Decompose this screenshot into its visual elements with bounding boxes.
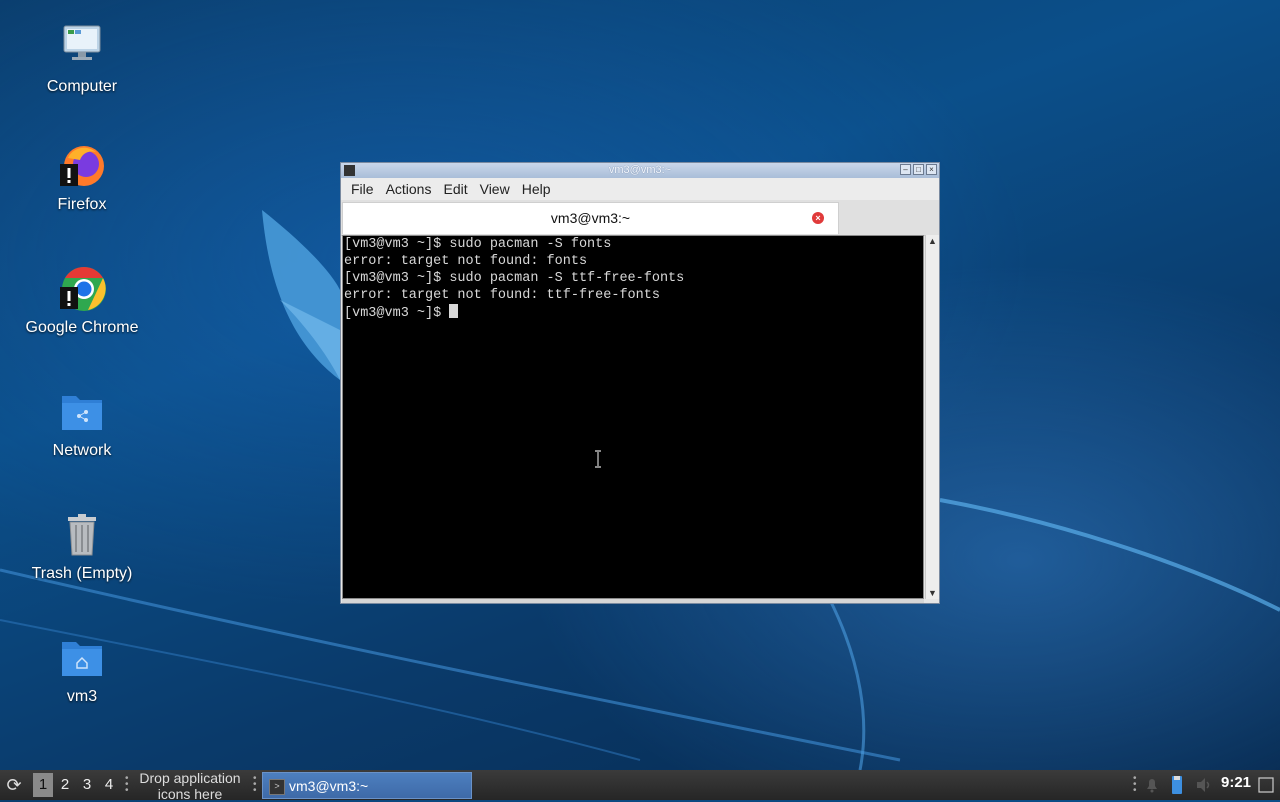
firefox-icon [58, 142, 106, 190]
launcher-drop-hint: Drop application icons here [139, 770, 241, 802]
ibeam-cursor-icon [595, 450, 601, 468]
tab-label: vm3@vm3:~ [550, 210, 631, 226]
desktop-icon-trash[interactable]: Trash (Empty) [7, 511, 157, 583]
taskbar-window-button[interactable]: > vm3@vm3:~ [262, 772, 472, 799]
terminal-line: error: target not found: fonts [344, 254, 588, 269]
scroll-down-icon[interactable]: ▼ [926, 587, 939, 599]
taskbar-window-label: vm3@vm3:~ [289, 778, 369, 794]
close-window-button[interactable]: × [926, 164, 937, 175]
text-cursor [449, 304, 459, 318]
terminal-output[interactable]: [vm3@vm3 ~]$ sudo pacman -S fonts error:… [342, 235, 924, 599]
menu-view[interactable]: View [474, 181, 516, 197]
panel-handle-icon[interactable]: • • • [1133, 774, 1137, 796]
desktop-icon-label: Trash (Empty) [31, 565, 133, 582]
maximize-button[interactable]: □ [913, 164, 924, 175]
horizontal-scrollbar[interactable] [342, 599, 924, 603]
volume-icon[interactable] [1194, 774, 1214, 796]
workspace-2[interactable]: 2 [55, 773, 75, 797]
window-titlebar[interactable]: vm3@vm3:~ – □ × [341, 163, 939, 178]
workspace-3[interactable]: 3 [77, 773, 97, 797]
show-desktop-icon[interactable] [1258, 774, 1274, 796]
network-folder-icon [58, 388, 106, 436]
notification-bell-icon[interactable] [1144, 774, 1160, 796]
terminal-task-icon: > [269, 779, 285, 795]
desktop-icon-firefox[interactable]: Firefox [7, 142, 157, 214]
desktop-icon-label: Google Chrome [25, 319, 139, 336]
window-title: vm3@vm3:~ [608, 164, 672, 176]
vertical-scrollbar[interactable]: ▲ ▼ [925, 235, 939, 599]
desktop-icon-label: Network [52, 442, 112, 459]
tab-bar: vm3@vm3:~ × [341, 200, 939, 236]
menu-actions[interactable]: Actions [380, 181, 438, 197]
terminal-line: [vm3@vm3 ~]$ sudo pacman -S fonts [344, 237, 612, 252]
desktop-icon-google-chrome[interactable]: Google Chrome [7, 265, 157, 337]
workspace-1[interactable]: 1 [33, 773, 53, 797]
clock[interactable]: 9:21 [1221, 770, 1251, 796]
desktop-icon-home-folder[interactable]: vm3 [7, 634, 157, 706]
computer-icon [58, 24, 106, 72]
minimize-button[interactable]: – [900, 164, 911, 175]
workspace-4[interactable]: 4 [99, 773, 119, 797]
home-folder-icon [58, 634, 106, 682]
trash-icon [58, 511, 106, 559]
start-menu-icon[interactable]: ⟳ [2, 773, 26, 797]
terminal-line: error: target not found: ttf-free-fonts [344, 288, 660, 303]
menubar: File Actions Edit View Help [341, 178, 939, 200]
menu-help[interactable]: Help [516, 181, 557, 197]
desktop-icon-label: vm3 [66, 688, 98, 705]
taskbar: ⟳ 1 2 3 4 • • • Drop application icons her… [0, 770, 1280, 802]
terminal-window[interactable]: vm3@vm3:~ – □ × File Actions Edit View H… [340, 162, 940, 604]
menu-file[interactable]: File [345, 181, 380, 197]
desktop-icon-network[interactable]: Network [7, 388, 157, 460]
usb-drive-icon[interactable] [1170, 774, 1184, 796]
scroll-up-icon[interactable]: ▲ [926, 235, 939, 247]
panel-handle-icon[interactable]: • • • [125, 774, 129, 796]
terminal-line: [vm3@vm3 ~]$ sudo pacman -S ttf-free-fon… [344, 271, 685, 286]
terminal-prompt: [vm3@vm3 ~]$ [344, 306, 450, 321]
tab-terminal[interactable]: vm3@vm3:~ × [342, 202, 839, 234]
chrome-icon [58, 265, 106, 313]
desktop-icon-label: Computer [46, 78, 118, 95]
tab-close-icon[interactable]: × [812, 212, 824, 224]
desktop-icon-computer[interactable]: Computer [7, 24, 157, 96]
panel-handle-icon[interactable]: • • • [253, 774, 257, 796]
desktop-icon-label: Firefox [57, 196, 107, 213]
terminal-app-icon [344, 165, 355, 176]
menu-edit[interactable]: Edit [437, 181, 473, 197]
